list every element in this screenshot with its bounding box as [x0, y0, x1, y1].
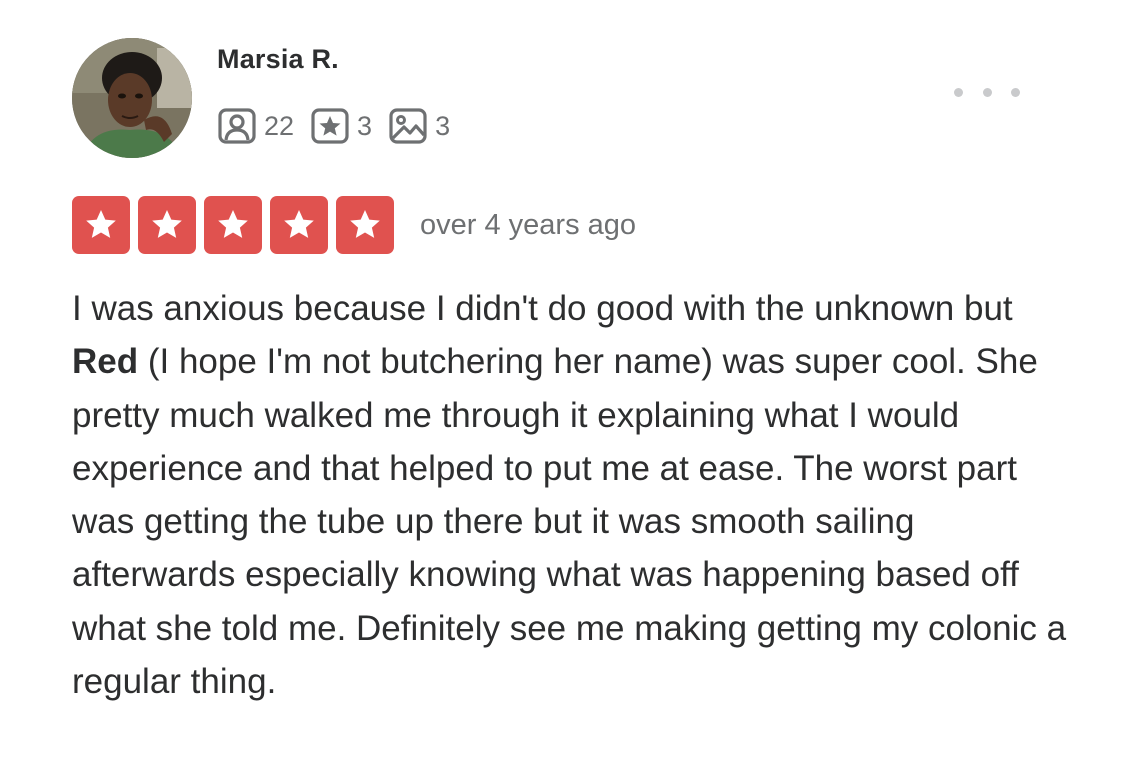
star-icon: [138, 196, 196, 254]
friends-icon: [218, 108, 256, 144]
dot-icon: [982, 87, 992, 97]
review-text-start: I was anxious because I didn't do good w…: [72, 289, 1013, 328]
avatar[interactable]: [72, 38, 192, 158]
review-text: I was anxious because I didn't do good w…: [72, 282, 1072, 708]
user-stats: 22 3 3: [218, 107, 467, 145]
photo-icon: [389, 108, 427, 144]
dot-icon: [1011, 87, 1020, 97]
star-icon: [204, 196, 262, 254]
review-text-bold: Red: [72, 342, 139, 382]
review-text-end: (I hope I'm not butchering her name) was…: [72, 342, 1067, 702]
photos-count: 3: [435, 110, 451, 141]
friends-count: 22: [264, 110, 295, 141]
user-name[interactable]: Marsia R.: [217, 44, 339, 75]
review-star-icon: [311, 108, 349, 144]
photos-stat: 3: [389, 108, 450, 144]
reviews-stat: 3: [311, 108, 372, 144]
star-icon: [270, 196, 328, 254]
review-card: Marsia R. 22 3 3 over 4 years ago I was …: [0, 0, 1125, 773]
star-icon: [72, 196, 130, 254]
avatar-photo: [72, 38, 192, 158]
friends-stat: 22: [218, 108, 294, 144]
review-date: over 4 years ago: [420, 208, 637, 241]
reviews-count: 3: [357, 110, 373, 141]
star-rating: [72, 196, 394, 254]
star-icon: [336, 196, 394, 254]
rating-row: over 4 years ago: [72, 196, 636, 254]
more-options-button[interactable]: [954, 80, 1020, 104]
dot-icon: [954, 87, 963, 97]
